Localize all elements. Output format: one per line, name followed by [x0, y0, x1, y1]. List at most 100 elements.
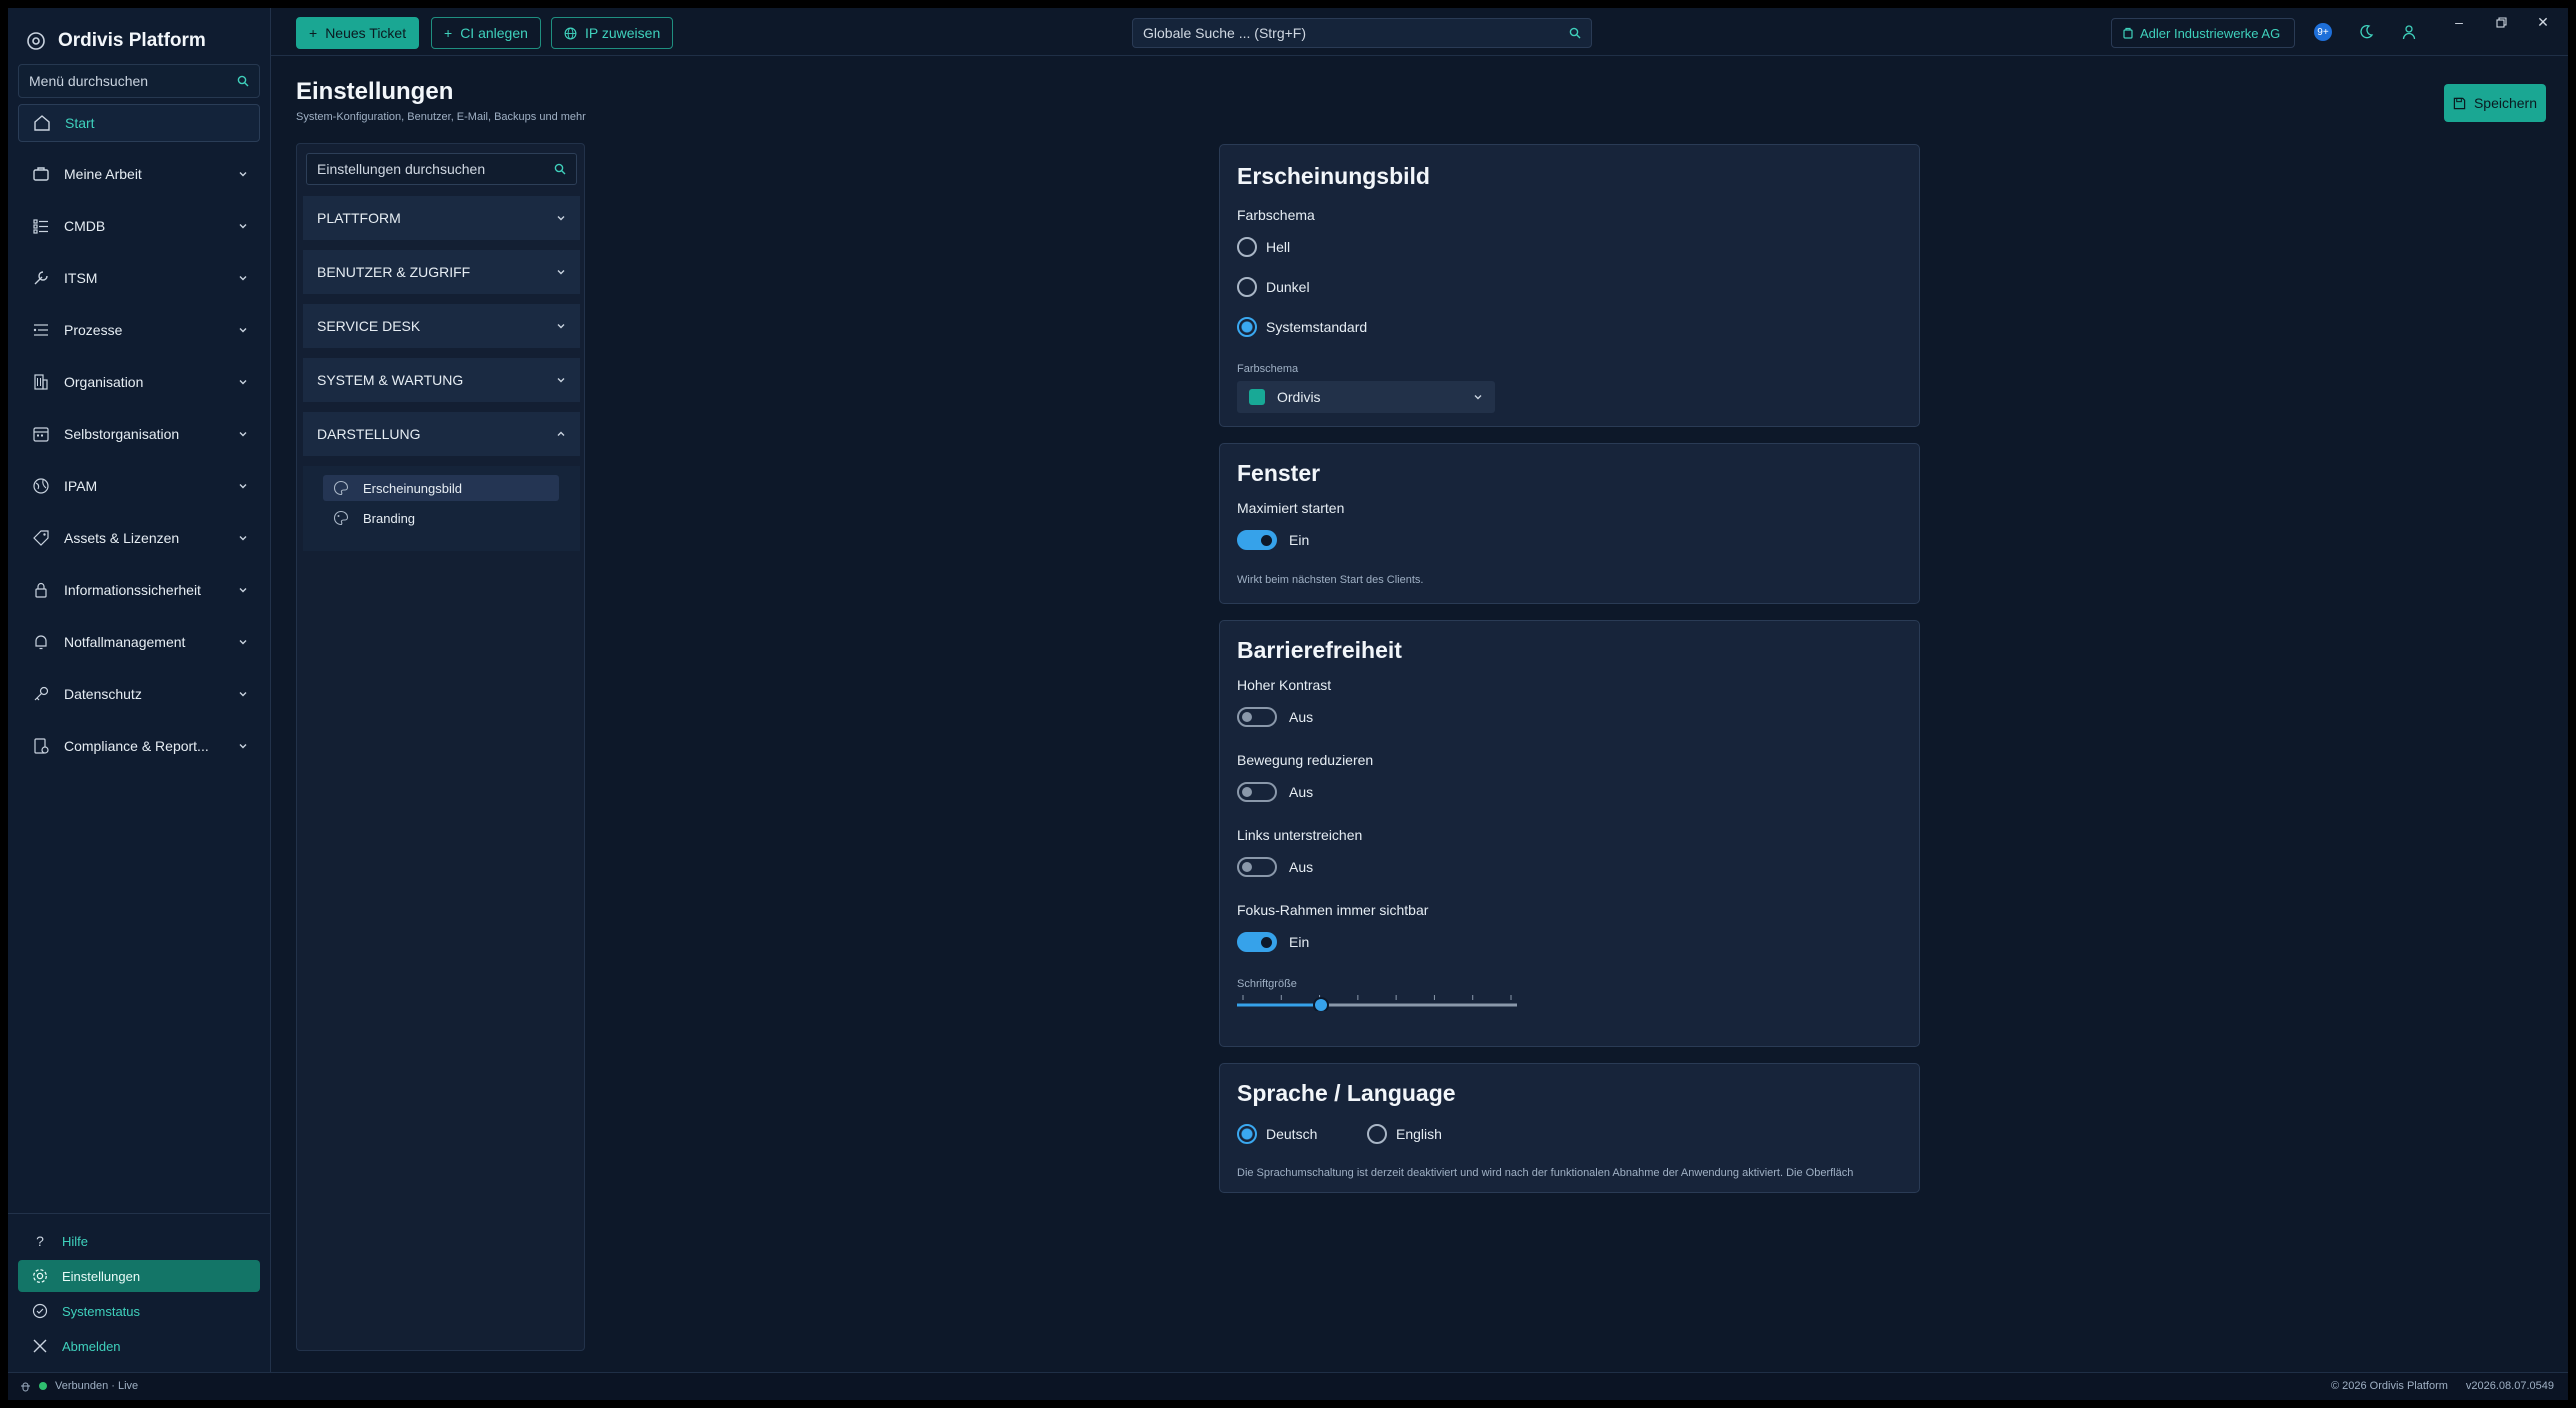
- new-ticket-button[interactable]: + Neues Ticket: [296, 17, 420, 49]
- save-icon: [2453, 97, 2466, 110]
- radio-circle: [1237, 237, 1257, 257]
- window-close-button[interactable]: ✕: [2529, 12, 2557, 32]
- high-contrast-label: Hoher Kontrast: [1237, 677, 1332, 693]
- chevron-down-icon: [1473, 392, 1483, 402]
- chevron-down-icon: [556, 321, 566, 331]
- list-icon: [30, 215, 52, 237]
- font-size-label: Schriftgröße: [1237, 978, 1297, 990]
- sidebar-item-label: CMDB: [64, 218, 106, 234]
- high-contrast-toggle[interactable]: Aus: [1237, 707, 1313, 727]
- toggle-switch-off: [1237, 707, 1277, 727]
- sidebar-item-systemstatus[interactable]: Systemstatus: [18, 1295, 260, 1327]
- ci-create-button[interactable]: + CI anlegen: [431, 17, 541, 49]
- sidebar-item-label: Einstellungen: [62, 1268, 141, 1284]
- new-ticket-label: Neues Ticket: [325, 25, 407, 41]
- chevron-down-icon: [238, 273, 248, 283]
- menu-search-input[interactable]: Menü durchsuchen: [18, 64, 260, 98]
- organization-label: Adler Industriewerke AG: [2140, 25, 2281, 41]
- minimize-icon: –: [2455, 14, 2463, 30]
- search-icon: [237, 75, 249, 87]
- user-icon: [2401, 24, 2417, 40]
- sidebar-item-compliance[interactable]: Compliance & Report...: [18, 725, 260, 767]
- toggle-switch-off: [1237, 782, 1277, 802]
- sidebar-item-meine-arbeit[interactable]: Meine Arbeit: [18, 153, 260, 195]
- notifications-button[interactable]: 9+: [2311, 20, 2335, 44]
- sidebar-item-prozesse[interactable]: Prozesse: [18, 309, 260, 351]
- underline-links-toggle[interactable]: Aus: [1237, 857, 1313, 877]
- connection-status: Verbunden · Live: [20, 1380, 138, 1392]
- sidebar-item-abmelden[interactable]: Abmelden: [18, 1330, 260, 1362]
- chevron-down-icon: [238, 377, 248, 387]
- settings-search-input[interactable]: Einstellungen durchsuchen: [306, 153, 577, 185]
- copyright: © 2026 Ordivis Platform: [2330, 1380, 2448, 1392]
- app-title: Ordivis Platform: [58, 30, 206, 51]
- palette-icon: [333, 480, 351, 496]
- save-button[interactable]: Speichern: [2444, 84, 2546, 122]
- settings-nav: Einstellungen durchsuchen PLATTFORM BENU…: [296, 143, 585, 1351]
- sidebar-item-itsm[interactable]: ITSM: [18, 257, 260, 299]
- window-restore-button[interactable]: [2487, 12, 2515, 32]
- settings-section-darstellung[interactable]: DARSTELLUNG: [303, 412, 580, 456]
- maximized-toggle[interactable]: Ein: [1237, 530, 1309, 550]
- focus-ring-toggle[interactable]: Ein: [1237, 932, 1309, 952]
- sidebar-item-ipam[interactable]: IPAM: [18, 465, 260, 507]
- organization-selector[interactable]: Adler Industriewerke AG: [2111, 18, 2295, 48]
- sidebar-item-notfallmanagement[interactable]: Notfallmanagement: [18, 621, 260, 663]
- settings-section-benutzer[interactable]: BENUTZER & ZUGRIFF: [303, 250, 580, 294]
- logo-icon: [26, 31, 46, 51]
- sidebar-item-label: Abmelden: [62, 1338, 121, 1354]
- chevron-down-icon: [238, 221, 248, 231]
- reduce-motion-toggle[interactable]: Aus: [1237, 782, 1313, 802]
- radio-dunkel[interactable]: Dunkel: [1237, 277, 1310, 297]
- bug-icon: [20, 1381, 31, 1392]
- radio-english[interactable]: English: [1367, 1124, 1442, 1144]
- sidebar-item-hilfe[interactable]: ? Hilfe: [18, 1225, 260, 1257]
- window-hint: Wirkt beim nächsten Start des Clients.: [1237, 574, 1424, 586]
- palette-icon: [333, 510, 351, 526]
- connection-label: Verbunden · Live: [55, 1380, 139, 1392]
- restore-icon: [2495, 16, 2507, 28]
- theme-toggle-button[interactable]: [2354, 20, 2378, 44]
- sidebar-item-label: Compliance & Report...: [64, 738, 209, 754]
- toggle-state: Aus: [1289, 784, 1314, 800]
- window-minimize-button[interactable]: –: [2445, 12, 2473, 32]
- palette-value: Ordivis: [1277, 389, 1321, 405]
- palette-select[interactable]: Ordivis: [1237, 381, 1495, 413]
- sidebar-item-label: ITSM: [64, 270, 98, 286]
- global-search-input[interactable]: Globale Suche ... (Strg+F): [1132, 18, 1592, 48]
- user-profile-button[interactable]: [2397, 20, 2421, 44]
- ip-assign-button[interactable]: IP zuweisen: [551, 17, 674, 49]
- chevron-down-icon: [238, 689, 248, 699]
- sidebar-item-datenschutz[interactable]: Datenschutz: [18, 673, 260, 715]
- radio-label: English: [1396, 1126, 1442, 1142]
- building-icon: [30, 371, 52, 393]
- slider-track: [1237, 995, 1517, 1011]
- sidebar-item-assets[interactable]: Assets & Lizenzen: [18, 517, 260, 559]
- globe-icon: [30, 475, 52, 497]
- radio-systemstandard[interactable]: Systemstandard: [1237, 317, 1367, 337]
- settings-section-service-desk[interactable]: SERVICE DESK: [303, 304, 580, 348]
- settings-item-erscheinungsbild[interactable]: Erscheinungsbild: [323, 475, 559, 501]
- gear-icon: [30, 1267, 50, 1285]
- sidebar-item-start[interactable]: Start: [18, 104, 260, 142]
- sidebar-item-selbstorganisation[interactable]: Selbstorganisation: [18, 413, 260, 455]
- page-subtitle: System-Konfiguration, Benutzer, E-Mail, …: [296, 111, 586, 123]
- settings-section-system[interactable]: SYSTEM & WARTUNG: [303, 358, 580, 402]
- color-swatch: [1249, 389, 1265, 405]
- sidebar-item-label: Selbstorganisation: [64, 426, 180, 442]
- settings-section-plattform[interactable]: PLATTFORM: [303, 196, 580, 240]
- process-icon: [30, 319, 52, 341]
- sidebar-item-einstellungen[interactable]: Einstellungen: [18, 1260, 260, 1292]
- search-icon: [554, 163, 566, 175]
- font-size-slider[interactable]: [1237, 991, 1517, 1011]
- radio-circle-selected: [1237, 317, 1257, 337]
- sidebar-item-cmdb[interactable]: CMDB: [18, 205, 260, 247]
- color-scheme-label: Farbschema: [1237, 207, 1315, 223]
- radio-deutsch[interactable]: Deutsch: [1237, 1124, 1317, 1144]
- sidebar-item-label: Assets & Lizenzen: [64, 530, 180, 546]
- sidebar-item-informationssicherheit[interactable]: Informationssicherheit: [18, 569, 260, 611]
- settings-item-branding[interactable]: Branding: [323, 505, 559, 531]
- radio-hell[interactable]: Hell: [1237, 237, 1290, 257]
- sidebar-item-organisation[interactable]: Organisation: [18, 361, 260, 403]
- maximized-label: Maximiert starten: [1237, 500, 1345, 516]
